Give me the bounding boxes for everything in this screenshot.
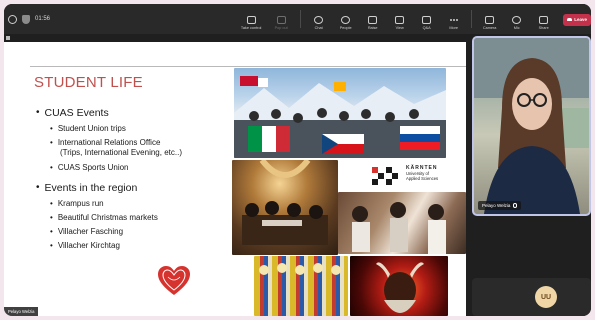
bullet-item-text: Student Union trips xyxy=(57,124,126,133)
krampus-photo-image xyxy=(376,262,424,313)
bullet-item-text: Villacher Kirchtag xyxy=(57,241,120,251)
bullet-item-text: Villacher Fasching xyxy=(57,227,124,237)
camera-icon xyxy=(485,16,495,24)
bullet-heading-text: Events in the region xyxy=(44,181,138,194)
camera-label: Camera xyxy=(482,26,497,30)
people-icon xyxy=(341,16,351,24)
leave-label: Leave xyxy=(574,17,587,22)
slide-title: STUDENT LIFE xyxy=(34,74,143,91)
mic-label: Mic xyxy=(513,26,520,30)
bullet-item-text: (Trips, International Evening, etc..) xyxy=(60,148,182,158)
pop-out-icon xyxy=(276,16,286,24)
presenter-nametag: Pelayo Welzia xyxy=(478,201,522,210)
bullet-item: • Villacher Fasching xyxy=(50,227,124,237)
bullet-item-text: CUAS Sports Union xyxy=(57,162,129,172)
chat-button[interactable]: Chat xyxy=(305,6,332,32)
more-icon xyxy=(449,16,458,24)
bullet-heading-text: CUAS Events xyxy=(44,107,109,119)
qa-button[interactable]: Q&A xyxy=(413,6,440,32)
shared-slide: STUDENT LIFE • CUAS Events • Student Union… xyxy=(4,42,466,316)
avatar: UU xyxy=(535,286,557,308)
bullet-item-text: Beautiful Christmas markets xyxy=(57,213,158,223)
meeting-toolbar: 01:56 Take control Pop out Chat People R… xyxy=(4,4,591,34)
meeting-timer: 01:56 xyxy=(35,16,51,22)
take-control-icon xyxy=(246,16,256,24)
party-photo-image xyxy=(352,202,446,254)
mic-icon xyxy=(512,16,522,24)
more-button[interactable]: More xyxy=(440,6,467,32)
mic-button[interactable]: Mic xyxy=(503,6,530,32)
logo-line-3: Applied Sciences xyxy=(406,176,439,181)
participant-tile[interactable]: UU xyxy=(472,278,591,316)
bullet-item-text: International Relations Office xyxy=(57,138,161,148)
sharer-label: Pelayo Welzia xyxy=(4,307,39,316)
toolbar-divider xyxy=(471,10,473,28)
chat-icon xyxy=(314,16,324,24)
view-button[interactable]: View xyxy=(386,6,413,32)
toolbar-status: 01:56 xyxy=(4,14,236,24)
bullet-item: • Krampus run xyxy=(50,198,104,208)
pop-out-button[interactable]: Pop out xyxy=(266,6,296,32)
university-logo-text: KÄRNTEN University of Applied Sciences xyxy=(406,166,439,182)
fasching-photo-image xyxy=(259,263,341,275)
university-logo-icon xyxy=(372,167,398,185)
more-label: More xyxy=(449,26,458,30)
raise-hand-label: Raise xyxy=(367,26,378,30)
raise-hand-icon xyxy=(368,16,378,24)
bullet-item: • Villacher Kirchtag xyxy=(50,241,120,251)
slide-divider xyxy=(30,66,466,67)
bullet-item: • International Relations Office xyxy=(50,138,161,148)
group-photo-image xyxy=(234,76,446,158)
fh-karnten-logo: KÄRNTEN University of Applied Sciences xyxy=(366,162,450,190)
share-label: Share xyxy=(538,26,549,30)
take-control-button[interactable]: Take control xyxy=(236,6,266,32)
pop-out-label: Pop out xyxy=(274,26,288,30)
view-icon xyxy=(395,16,405,24)
record-indicator-icon xyxy=(8,14,17,24)
krampus-photo xyxy=(350,256,448,316)
people-label: People xyxy=(339,26,352,30)
phone-icon xyxy=(567,18,573,21)
bullet-item: • Beautiful Christmas markets xyxy=(50,213,158,223)
bullet-heading: • Events in the region xyxy=(36,181,138,194)
bullet-item: • Student Union trips xyxy=(50,124,126,133)
qa-icon xyxy=(422,16,432,24)
mic-muted-icon xyxy=(513,203,518,208)
qa-label: Q&A xyxy=(422,26,431,30)
people-button[interactable]: People xyxy=(332,6,359,32)
shield-icon xyxy=(22,14,30,24)
chat-label: Chat xyxy=(314,26,323,30)
toolbar-buttons: Take control Pop out Chat People Raise V… xyxy=(236,6,557,32)
group-photo-flags xyxy=(234,68,446,158)
raise-hand-button[interactable]: Raise xyxy=(359,6,386,32)
slide-bullets: • CUAS Events • Student Union trips • Inter… xyxy=(36,104,236,252)
gingerbread-heart-icon xyxy=(158,266,190,295)
share-icon xyxy=(539,16,549,24)
tavern-photo-image xyxy=(242,160,328,245)
presenter-video-tile[interactable]: Pelayo Welzia xyxy=(472,36,591,216)
party-photo xyxy=(338,192,466,254)
presenter-video-image xyxy=(474,38,589,214)
tavern-photo xyxy=(232,160,338,255)
bullet-heading: • CUAS Events xyxy=(36,107,109,119)
bullet-item: • CUAS Sports Union xyxy=(50,162,129,172)
camera-button[interactable]: Camera xyxy=(476,6,503,32)
take-control-label: Take control xyxy=(240,26,262,30)
presenter-name: Pelayo Welzia xyxy=(482,203,511,208)
leave-button[interactable]: Leave xyxy=(563,13,591,26)
bullet-item-continuation: (Trips, International Evening, etc..) xyxy=(36,148,236,158)
teams-meeting-window: 01:56 Take control Pop out Chat People R… xyxy=(4,4,591,316)
share-indicator-icon xyxy=(6,36,10,40)
view-label: View xyxy=(395,26,404,30)
share-button[interactable]: Share xyxy=(530,6,557,32)
bullet-item-text: Krampus run xyxy=(57,198,104,208)
fasching-photo xyxy=(254,256,348,316)
toolbar-divider xyxy=(300,10,302,28)
